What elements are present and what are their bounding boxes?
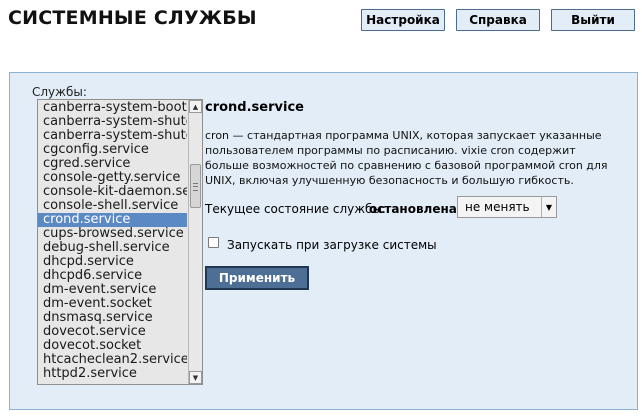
service-list-item[interactable]: crond.service — [38, 213, 187, 227]
grip-icon — [193, 183, 198, 191]
services-list-items: canberra-system-boot canberra-system-shut… — [38, 101, 187, 381]
services-label: Службы: — [32, 85, 87, 99]
scroll-down-arrow-icon[interactable]: ▼ — [189, 371, 202, 384]
apply-button[interactable]: Применить — [205, 266, 309, 290]
page-title: СИСТЕМНЫЕ СЛУЖБЫ — [8, 7, 257, 29]
service-description: cron — стандартная программа UNIX, котор… — [205, 129, 608, 187]
service-list-item[interactable]: dovecot.socket — [38, 339, 187, 353]
service-list-item[interactable]: dhcpd6.service — [38, 269, 187, 283]
state-label: Текущее состояние службы: — [205, 202, 386, 216]
help-button[interactable]: Справка — [456, 9, 540, 31]
service-list-item[interactable]: console-getty.service — [38, 171, 187, 185]
settings-button[interactable]: Настройка — [361, 9, 445, 31]
action-select[interactable]: не менять ▼ — [457, 196, 557, 218]
scroll-up-arrow-icon[interactable]: ▲ — [189, 100, 202, 113]
service-title: crond.service — [205, 100, 304, 115]
scroll-thumb[interactable] — [190, 164, 201, 208]
service-list-item[interactable]: htcacheclean2.service — [38, 353, 187, 367]
state-value: остановлена — [369, 202, 457, 216]
service-list-item[interactable]: canberra-system-shutd — [38, 129, 187, 143]
service-list-item[interactable]: canberra-system-boot — [38, 101, 187, 115]
service-list-item[interactable]: dovecot.service — [38, 325, 187, 339]
service-list-item[interactable]: dnsmasq.service — [38, 311, 187, 325]
service-list-item[interactable]: dhcpd.service — [38, 255, 187, 269]
service-list-item[interactable]: httpd2.service — [38, 367, 187, 381]
service-list-item[interactable]: dm-event.service — [38, 283, 187, 297]
service-list-item[interactable]: cgred.service — [38, 157, 187, 171]
service-list-item[interactable]: dm-event.socket — [38, 297, 187, 311]
service-list-item[interactable]: console-shell.service — [38, 199, 187, 213]
exit-button[interactable]: Выйти — [551, 9, 635, 31]
autostart-checkbox[interactable] — [208, 237, 219, 248]
service-list-item[interactable]: console-kit-daemon.se — [38, 185, 187, 199]
service-list-item[interactable]: cups-browsed.service — [38, 227, 187, 241]
service-list-item[interactable]: debug-shell.service — [38, 241, 187, 255]
services-scrollbar[interactable]: ▲ ▼ — [188, 100, 202, 384]
autostart-label[interactable]: Запускать при загрузке системы — [227, 238, 437, 252]
dropdown-arrow-icon: ▼ — [541, 197, 556, 217]
service-list-item[interactable]: cgconfig.service — [38, 143, 187, 157]
services-listbox[interactable]: canberra-system-boot canberra-system-shut… — [37, 99, 203, 385]
service-list-item[interactable]: canberra-system-shutd — [38, 115, 187, 129]
action-select-value: не менять — [465, 200, 530, 214]
